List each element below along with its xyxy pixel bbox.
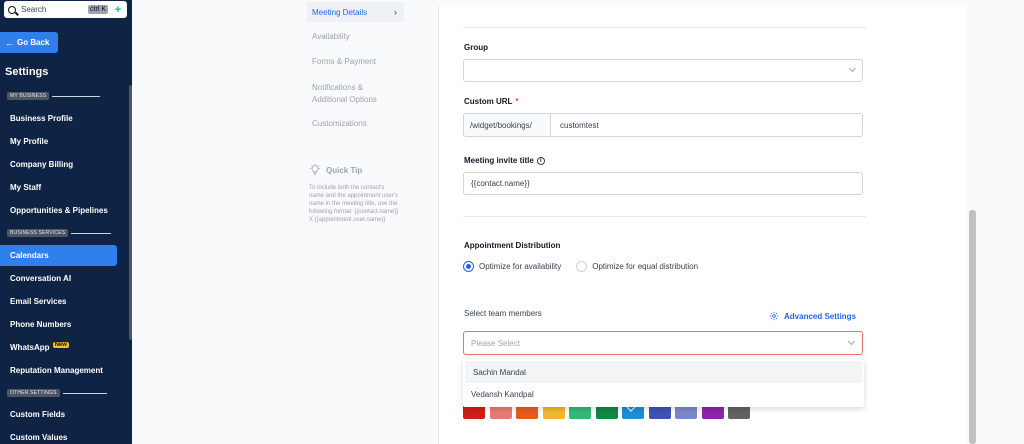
group-select[interactable] — [463, 59, 863, 82]
distribution-label: Appointment Distribution — [464, 241, 561, 250]
sidebar-item-label: Phone Numbers — [10, 320, 72, 329]
form-scrollbar[interactable] — [969, 210, 976, 444]
sidebar-item-reputation[interactable]: Reputation Management — [0, 360, 128, 381]
step-availability[interactable]: Availability — [312, 32, 350, 41]
required-mark: * — [515, 97, 519, 106]
sidebar-item-label: Company Billing — [10, 160, 74, 169]
dropdown-option[interactable]: Vedansh Kandpal — [463, 383, 864, 405]
sidebar-item-label: Email Services — [10, 297, 67, 306]
step-notifications[interactable]: Notifications & Additional Options — [312, 82, 397, 106]
step-label: Meeting Details — [312, 7, 368, 17]
sidebar-item-label: Opportunities & Pipelines — [10, 206, 108, 215]
team-members-dropdown: Sachin Mandal Vedansh Kandpal — [463, 359, 864, 407]
custom-url-label: Custom URL * — [464, 97, 519, 106]
sidebar-item-label: Conversation AI — [10, 274, 72, 283]
sidebar-item-label: WhatsApp — [10, 343, 50, 352]
quick-tip: Quick Tip To include both the contact's … — [309, 164, 419, 224]
option-label: Sachin Mandal — [473, 367, 526, 377]
sidebar-item-my-staff[interactable]: My Staff — [0, 177, 128, 198]
step-forms-payment[interactable]: Forms & Payment — [312, 57, 376, 66]
dropdown-option[interactable]: Sachin Mandal — [465, 361, 862, 383]
option-label: Vedansh Kandpal — [471, 389, 534, 399]
quick-tip-title: Quick Tip — [326, 165, 363, 175]
step-meeting-details[interactable]: Meeting Details › — [307, 2, 404, 22]
team-members-label: Select team members — [464, 309, 542, 318]
sidebar-item-label: Business Profile — [10, 114, 73, 123]
search-input[interactable]: Search — [21, 5, 88, 14]
custom-url-input[interactable]: customtest — [551, 113, 863, 137]
sidebar-item-label: Reputation Management — [10, 366, 103, 375]
go-back-button[interactable]: ← Go Back — [0, 32, 58, 53]
lightbulb-icon — [310, 164, 320, 175]
chevron-down-icon — [848, 64, 857, 73]
sidebar-item-label: Custom Fields — [10, 410, 66, 419]
section-label: BUSINESS SERVICES — [7, 229, 69, 237]
sidebar-title: Settings — [5, 66, 49, 78]
sidebar-item-whatsapp[interactable]: WhatsApp New — [0, 337, 128, 358]
radio-availability[interactable] — [463, 261, 474, 272]
sidebar-item-phone-numbers[interactable]: Phone Numbers — [0, 314, 128, 335]
radio-equal-distribution-label[interactable]: Optimize for equal distribution — [592, 262, 698, 271]
step-label: Availability — [312, 32, 350, 41]
arrow-left-icon: ← — [5, 37, 14, 48]
invite-title-value: {{contact.name}} — [471, 179, 530, 188]
sidebar-item-label: Custom Values — [10, 433, 68, 442]
section-business-services: BUSINESS SERVICES — [7, 229, 112, 237]
sidebar-item-company-billing[interactable]: Company Billing — [0, 154, 128, 175]
sidebar-item-label: Calendars — [10, 251, 49, 260]
sidebar-scrollbar[interactable] — [129, 85, 132, 340]
radio-availability-label[interactable]: Optimize for availability — [479, 262, 561, 271]
section-my-business: MY BUSINESS — [7, 92, 101, 100]
sidebar-item-calendars[interactable]: Calendars — [0, 245, 117, 266]
section-other-settings: OTHER SETTINGS — [7, 389, 107, 397]
divider — [71, 232, 112, 234]
team-members-select[interactable]: Please Select — [463, 331, 863, 355]
search-bar[interactable]: Search ctrl K + — [4, 1, 127, 18]
divider — [463, 27, 866, 28]
custom-url-prefix: /widget/bookings/ — [463, 113, 551, 137]
section-label: MY BUSINESS — [7, 92, 50, 100]
new-badge: New — [52, 341, 69, 348]
sidebar-item-custom-fields[interactable]: Custom Fields — [0, 404, 128, 425]
sidebar-item-business-profile[interactable]: Business Profile — [0, 108, 128, 129]
advanced-settings-link[interactable]: Advanced Settings — [769, 311, 856, 321]
custom-url-label-text: Custom URL — [464, 97, 513, 106]
sidebar-item-label: My Staff — [10, 183, 42, 192]
advanced-settings-label: Advanced Settings — [784, 311, 857, 321]
search-icon — [8, 5, 16, 14]
step-customizations[interactable]: Customizations — [312, 119, 367, 128]
step-label: Customizations — [312, 119, 367, 128]
sidebar-item-label: My Profile — [10, 137, 49, 146]
search-shortcut: ctrl K — [88, 5, 108, 14]
quick-tip-body: To include both the contact's name and t… — [309, 185, 399, 223]
chevron-down-icon — [847, 337, 856, 346]
sidebar-item-email-services[interactable]: Email Services — [0, 291, 128, 312]
team-members-placeholder: Please Select — [471, 338, 520, 348]
invite-title-input[interactable]: {{contact.name}} — [463, 172, 863, 195]
quick-tip-header: Quick Tip — [309, 164, 419, 176]
radio-equal-distribution[interactable] — [576, 261, 588, 272]
step-label: Notifications & Additional Options — [312, 83, 377, 104]
info-icon[interactable]: i — [536, 156, 545, 165]
add-icon[interactable]: + — [112, 4, 124, 16]
sidebar-item-opportunities[interactable]: Opportunities & Pipelines — [0, 200, 128, 221]
sidebar-item-conversation-ai[interactable]: Conversation AI — [0, 268, 128, 289]
divider — [52, 95, 101, 97]
divider — [463, 216, 866, 217]
invite-title-label: Meeting invite title i — [464, 156, 545, 165]
go-back-label: Go Back — [17, 38, 50, 47]
chevron-right-icon: › — [394, 7, 397, 17]
divider — [62, 392, 107, 394]
settings-sidebar: Search ctrl K + ← Go Back Settings MY BU… — [0, 0, 132, 444]
invite-title-label-text: Meeting invite title — [464, 156, 534, 165]
gear-icon — [769, 311, 779, 321]
section-label: OTHER SETTINGS — [7, 389, 60, 397]
step-label: Forms & Payment — [312, 57, 377, 66]
sidebar-item-custom-values[interactable]: Custom Values — [0, 427, 128, 444]
distribution-options: Optimize for availability Optimize for e… — [463, 261, 698, 272]
sidebar-item-my-profile[interactable]: My Profile — [0, 131, 128, 152]
group-label: Group — [464, 43, 488, 52]
